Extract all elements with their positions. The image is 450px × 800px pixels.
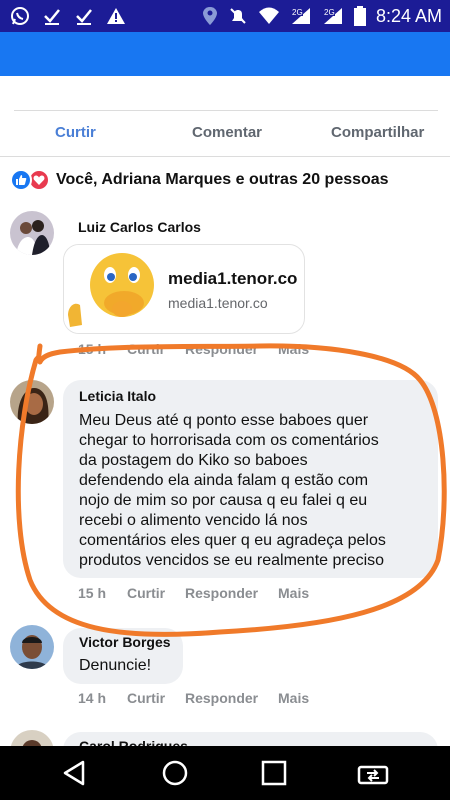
- comment-author[interactable]: Luiz Carlos Carlos: [78, 219, 201, 235]
- wifi-icon: [258, 6, 280, 26]
- comment-reply-button[interactable]: Responder: [185, 585, 258, 601]
- comment-text-line: Meu Deus até q ponto esse baboes quer: [79, 412, 369, 429]
- comment-reply-button[interactable]: Responder: [185, 690, 258, 706]
- back-icon[interactable]: [58, 756, 92, 790]
- screen-switch-icon[interactable]: [356, 756, 390, 790]
- battery-icon: [353, 6, 366, 26]
- share-action-button[interactable]: Compartilhar: [331, 124, 424, 141]
- avatar[interactable]: [10, 625, 54, 669]
- comment-bubble: Leticia Italo Meu Deus até q ponto esse …: [63, 380, 438, 578]
- home-icon[interactable]: [158, 756, 192, 790]
- comment-action-button[interactable]: Comentar: [192, 124, 262, 141]
- clock: 8:24 AM: [375, 5, 442, 26]
- comment-text-line: defendendo ela ainda falam q estão com: [79, 472, 369, 489]
- emoji-gif-thumbnail: [64, 245, 160, 333]
- comment-text-line: recebi o alimento vencido lá nos: [79, 512, 308, 529]
- signal-2g-icon: 2G: [322, 6, 344, 26]
- comment-like-button[interactable]: Curtir: [127, 341, 165, 357]
- reactions-summary[interactable]: Você, Adriana Marques e outras 20 pessoa…: [10, 168, 389, 192]
- comment-time: 15 h: [78, 585, 107, 601]
- network-label-1: 2G: [292, 8, 303, 17]
- check-icon: [42, 6, 62, 26]
- link-preview-card[interactable]: media1.tenor.co media1.tenor.co: [63, 244, 305, 334]
- like-action-button[interactable]: Curtir: [55, 124, 96, 141]
- comment-text: Meu Deus até q ponto esse baboes quer ch…: [79, 411, 429, 571]
- screen: 2G 2G 8:24 AM Curtir Comentar Compartilh…: [0, 0, 450, 800]
- mute-icon: [228, 6, 248, 26]
- divider: [14, 110, 438, 111]
- comment-reply-button[interactable]: Responder: [185, 341, 258, 357]
- whatsapp-icon: [10, 6, 30, 26]
- system-nav-bar: [0, 746, 450, 800]
- location-icon: [202, 6, 218, 26]
- comment-author[interactable]: Victor Borges: [79, 634, 171, 650]
- system-icons: 2G 2G 8:24 AM: [202, 0, 442, 32]
- status-bar: 2G 2G 8:24 AM: [0, 0, 450, 32]
- signal-2g-icon: 2G: [290, 6, 312, 26]
- app-header-bar: [0, 32, 450, 76]
- post-actions: Curtir Comentar Compartilhar: [0, 118, 450, 150]
- comment-more-button[interactable]: Mais: [278, 341, 309, 357]
- avatar[interactable]: [10, 211, 54, 255]
- comment-like-button[interactable]: Curtir: [127, 690, 165, 706]
- comment-text-line: da postagem do Kiko so baboes: [79, 452, 308, 469]
- divider: [0, 156, 450, 157]
- comment-time: 14 h: [78, 690, 107, 706]
- comment-more-button[interactable]: Mais: [278, 585, 309, 601]
- link-title: media1.tenor.co: [168, 269, 298, 288]
- network-label-2: 2G: [324, 8, 335, 17]
- comment-text-line: nojo de mim so por causa q eu falei q eu: [79, 492, 368, 509]
- comment-text-line: produtos vencidos se eu realmente precis…: [79, 552, 385, 569]
- comment-time: 15 h: [78, 341, 107, 357]
- warning-icon: [106, 6, 126, 26]
- link-domain: media1.tenor.co: [168, 295, 268, 311]
- comment-bubble: Victor Borges Denuncie!: [63, 628, 183, 684]
- comment-author[interactable]: Leticia Italo: [79, 388, 156, 404]
- comment-text-line: chegar to horrorisada com os comentários: [79, 432, 379, 449]
- notification-icons: [0, 6, 126, 26]
- avatar[interactable]: [10, 380, 54, 424]
- comment-more-button[interactable]: Mais: [278, 690, 309, 706]
- like-reaction-icon: [10, 169, 32, 191]
- comment-text: Denuncie!: [79, 657, 152, 674]
- recents-icon[interactable]: [257, 756, 291, 790]
- check-icon: [74, 6, 94, 26]
- comment-like-button[interactable]: Curtir: [127, 585, 165, 601]
- comment-text-line: comentários eles quer q eu agradeça pelo…: [79, 532, 386, 549]
- reactions-text: Você, Adriana Marques e outras 20 pessoa…: [56, 171, 389, 188]
